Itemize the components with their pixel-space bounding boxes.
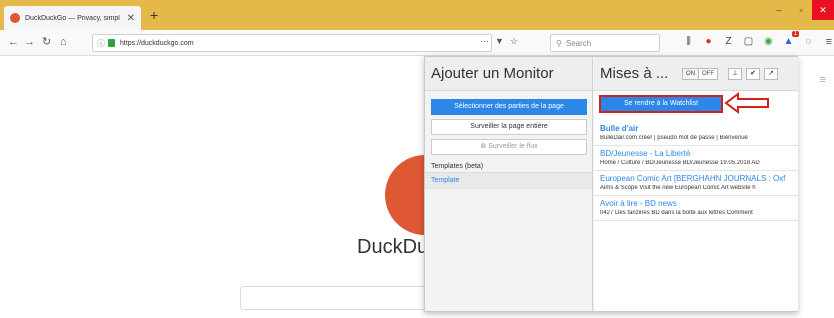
- screenshot-icon[interactable]: ▢: [742, 35, 755, 48]
- library-icon[interactable]: ⫼: [682, 35, 695, 48]
- feed-item[interactable]: BD/Jeunesse - La Liberté Home / Culture …: [594, 146, 798, 171]
- pin-icon[interactable]: ⊥: [728, 68, 742, 80]
- zotero-icon[interactable]: Z: [722, 35, 735, 48]
- feed-item-title[interactable]: Bulle d'air: [600, 124, 792, 133]
- feed-item-snippet: 0427 Des fanzines BD dans la boîte aux l…: [600, 210, 753, 216]
- search-bar[interactable]: ⚲ Search: [550, 34, 660, 52]
- tab-title: DuckDuckGo — Privacy, simpl: [25, 14, 120, 22]
- mark-read-check-icon[interactable]: ✔: [746, 68, 760, 80]
- select-page-parts-button[interactable]: Sélectionner des parties de la page: [431, 99, 587, 115]
- back-arrow-icon[interactable]: ←: [8, 36, 19, 48]
- green-extension-icon[interactable]: ◉: [762, 35, 775, 48]
- feed-item[interactable]: European Comic Art [BERGHAHN JOURNALS : …: [594, 171, 798, 196]
- duckduckgo-wordmark: DuckDu: [357, 236, 429, 258]
- reload-icon[interactable]: ↻: [42, 36, 51, 48]
- go-to-watchlist-button[interactable]: Se rendre à la Watchlist: [599, 95, 723, 113]
- updates-title: Mises à ...: [600, 65, 669, 82]
- page-actions-menu-icon[interactable]: ···: [480, 36, 489, 47]
- monitor-whole-page-button[interactable]: Surveiller la page entière: [431, 119, 587, 135]
- rss-icon: ⋒: [480, 143, 487, 150]
- page-menu-icon[interactable]: ≡: [820, 74, 826, 86]
- window-controls: – ▫ ✕: [768, 0, 834, 20]
- new-tab-button[interactable]: +: [150, 8, 158, 22]
- browser-titlebar: DuckDuckGo — Privacy, simpl ✕ + – ▫ ✕: [0, 0, 834, 30]
- toggle-on[interactable]: ON: [683, 69, 699, 79]
- browser-tab[interactable]: DuckDuckGo — Privacy, simpl ✕: [4, 6, 141, 30]
- navigation-toolbar: ← → ↻ ⌂ ⓘ https://duckduckgo.com ··· ▼ ☆…: [0, 30, 834, 56]
- toggle-off[interactable]: OFF: [699, 69, 717, 79]
- add-monitor-title: Ajouter un Monitor: [425, 57, 592, 91]
- monitor-extension-icon[interactable]: ▲ 1: [782, 31, 799, 48]
- extension-toolbar: ⫼ ● Z ▢ ◉ ▲ 1 ◌: [682, 31, 815, 48]
- annotation-arrow-icon: [724, 92, 769, 114]
- feed-item-title[interactable]: BD/Jeunesse - La Liberté: [600, 149, 792, 158]
- notification-badge: 1: [791, 31, 799, 37]
- template-link[interactable]: Template: [425, 173, 592, 189]
- feed-item-title[interactable]: European Comic Art [BERGHAHN JOURNALS : …: [600, 174, 792, 183]
- grey-extension-icon[interactable]: ◌: [802, 35, 815, 48]
- lock-icon: [108, 39, 115, 47]
- feed-item-snippet: Home / Culture / BD/Jeunesse BD/Jeunesse…: [600, 160, 760, 166]
- extension-popup: Ajouter un Monitor Sélectionner des part…: [424, 56, 798, 312]
- updates-panel: Mises à ... ON OFF ⊥ ✔ ↗ Se rendre à la …: [594, 57, 798, 311]
- monitor-feed-label: Surveiller le flux: [488, 143, 538, 150]
- forward-arrow-icon[interactable]: →: [24, 36, 35, 48]
- url-text[interactable]: https://duckduckgo.com: [120, 40, 194, 47]
- page-actions: ··· ▼ ☆: [480, 36, 518, 47]
- feed-item-snippet: BulleDair.com créer | pseudo mot de pass…: [600, 135, 748, 141]
- maximize-button[interactable]: ▫: [790, 0, 812, 20]
- close-window-button[interactable]: ✕: [812, 0, 834, 20]
- feed-item-snippet: Aims & Scope Visit the new European Comi…: [600, 185, 756, 191]
- hamburger-menu-icon[interactable]: ≡: [826, 36, 832, 48]
- add-monitor-panel: Ajouter un Monitor Sélectionner des part…: [425, 57, 593, 311]
- minimize-button[interactable]: –: [768, 0, 790, 20]
- duckduckgo-favicon-icon: [10, 13, 20, 23]
- search-icon: ⚲: [556, 38, 562, 48]
- on-off-toggle[interactable]: ON OFF: [682, 68, 718, 80]
- url-bar[interactable]: ⓘ https://duckduckgo.com: [92, 34, 492, 52]
- templates-section-label: Templates (beta): [425, 161, 592, 173]
- info-icon[interactable]: ⓘ: [97, 38, 105, 49]
- monitor-feed-button[interactable]: ⋒ Surveiller le flux: [431, 139, 587, 155]
- search-placeholder: Search: [565, 38, 592, 48]
- tab-close-icon[interactable]: ✕: [127, 13, 135, 24]
- feed-item[interactable]: Avoir à lire - BD news 0427 Des fanzines…: [594, 196, 798, 221]
- feed-item-title[interactable]: Avoir à lire - BD news: [600, 199, 792, 208]
- update-feed-list: Bulle d'air BulleDair.com créer | pseudo…: [594, 121, 798, 221]
- open-external-icon[interactable]: ↗: [764, 68, 778, 80]
- bookmark-star-icon[interactable]: ☆: [510, 36, 518, 47]
- feed-item[interactable]: Bulle d'air BulleDair.com créer | pseudo…: [594, 121, 798, 146]
- home-icon[interactable]: ⌂: [60, 36, 67, 48]
- ublock-icon[interactable]: ●: [702, 35, 715, 48]
- pocket-icon[interactable]: ▼: [495, 36, 504, 47]
